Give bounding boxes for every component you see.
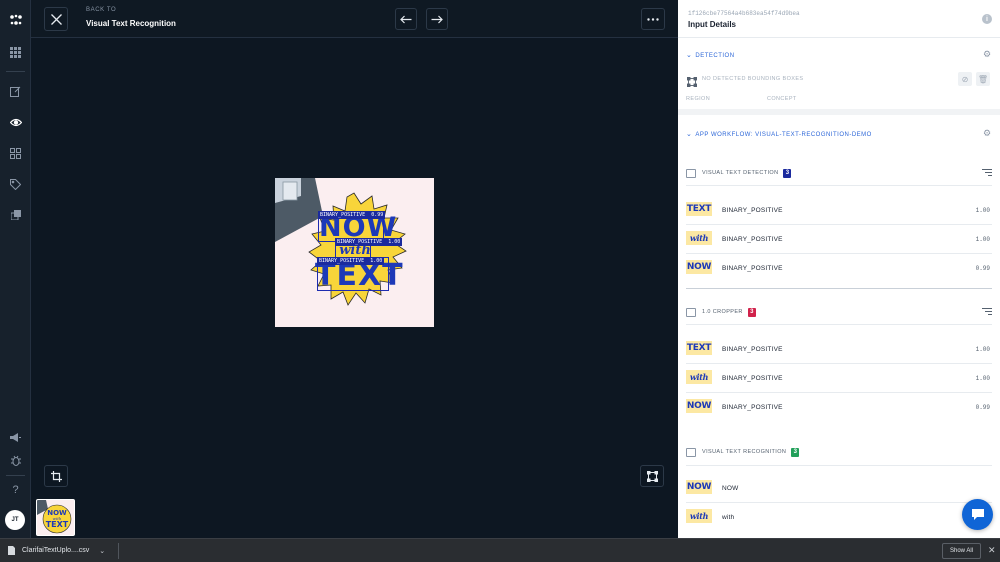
prediction-row[interactable]: TEXT BINARY_POSITIVE 1.00 bbox=[686, 196, 992, 225]
left-nav: ? JT bbox=[0, 0, 31, 538]
model-header-cropper[interactable]: 1.0 CROPPER 3 bbox=[686, 306, 756, 318]
model-name: VISUAL TEXT DETECTION bbox=[702, 170, 779, 176]
bug-icon[interactable] bbox=[0, 449, 31, 471]
bounding-box-label: BINARY_POSITIVE 1.00 bbox=[317, 257, 385, 265]
menu-icon[interactable] bbox=[982, 169, 992, 176]
file-icon bbox=[8, 546, 15, 555]
region-column-header: REGION bbox=[686, 96, 711, 102]
back-to-label: BACK TO bbox=[86, 7, 117, 13]
prediction-row[interactable]: with BINARY_POSITIVE 1.00 bbox=[686, 225, 992, 254]
prediction-value: 1.00 bbox=[975, 236, 990, 243]
model-icon bbox=[686, 168, 696, 178]
prediction-row[interactable]: with BINARY_POSITIVE 1.00 bbox=[686, 364, 992, 393]
eye-icon[interactable] bbox=[0, 111, 31, 133]
hide-icon[interactable]: ⊘ bbox=[958, 72, 972, 86]
prediction-value: 1.00 bbox=[975, 207, 990, 214]
menu-icon[interactable] bbox=[982, 308, 992, 315]
download-item[interactable]: ClarifaiTextUplo....csv ⌄ bbox=[8, 546, 105, 555]
collections-icon[interactable] bbox=[0, 204, 31, 226]
svg-text:TEXT: TEXT bbox=[46, 520, 69, 529]
download-bar: ClarifaiTextUplo....csv ⌄ Show All ✕ bbox=[0, 538, 1000, 562]
prediction-row[interactable]: with with bbox=[686, 503, 992, 532]
gear-icon[interactable]: ⚙ bbox=[983, 49, 991, 60]
top-bar: BACK TO Visual Text Recognition bbox=[31, 0, 678, 38]
count-badge: 3 bbox=[791, 447, 800, 457]
close-icon[interactable]: ✕ bbox=[988, 545, 996, 556]
crop-thumbnail: NOW bbox=[686, 399, 712, 413]
count-badge: 3 bbox=[747, 307, 756, 317]
info-icon[interactable]: i bbox=[982, 14, 992, 24]
user-avatar[interactable]: JT bbox=[5, 510, 25, 530]
crop-thumbnail: TEXT bbox=[686, 341, 712, 355]
input-thumbnail[interactable]: NOW with TEXT bbox=[36, 499, 75, 536]
no-boxes-text: NO DETECTED BOUNDING BOXES bbox=[702, 76, 804, 82]
prediction-value: 1.00 bbox=[975, 346, 990, 353]
concept-column-header: CONCEPT bbox=[767, 96, 797, 102]
arrow-left-icon[interactable] bbox=[395, 8, 417, 30]
show-all-button[interactable]: Show All bbox=[942, 543, 981, 559]
prediction-label: BINARY_POSITIVE bbox=[722, 375, 783, 382]
prediction-value: 0.99 bbox=[975, 265, 990, 272]
dashboard-icon[interactable] bbox=[0, 142, 31, 164]
close-icon[interactable] bbox=[44, 7, 68, 31]
bounding-box-label: BINARY_POSITIVE 0.99 bbox=[318, 211, 386, 219]
prediction-row[interactable]: NOW NOW bbox=[686, 474, 992, 503]
prediction-label: BINARY_POSITIVE bbox=[722, 207, 783, 214]
crop-thumbnail: TEXT bbox=[686, 202, 712, 216]
crop-icon[interactable] bbox=[44, 465, 68, 487]
prediction-value: 0.99 bbox=[975, 404, 990, 411]
model-name: VISUAL TEXT RECOGNITION bbox=[702, 449, 787, 455]
prediction-label: BINARY_POSITIVE bbox=[722, 236, 783, 243]
bounding-box-tool-icon[interactable] bbox=[640, 465, 664, 487]
model-icon bbox=[686, 447, 696, 457]
edit-icon[interactable] bbox=[0, 80, 31, 102]
help-icon[interactable]: ? bbox=[0, 479, 31, 501]
workflow-section-header[interactable]: ⌄ APP WORKFLOW: VISUAL-TEXT-RECOGNITION-D… bbox=[686, 130, 872, 138]
chevron-down-icon[interactable]: ⌄ bbox=[99, 547, 105, 555]
panel-title: Input Details bbox=[688, 20, 737, 29]
crop-thumbnail: with bbox=[686, 231, 712, 245]
gear-icon[interactable]: ⚙ bbox=[983, 128, 991, 139]
prediction-label: NOW bbox=[722, 485, 739, 492]
back-to-app-link[interactable]: Visual Text Recognition bbox=[86, 19, 176, 28]
crop-thumbnail: NOW bbox=[686, 260, 712, 274]
prediction-value: 1.00 bbox=[975, 375, 990, 382]
download-file-name: ClarifaiTextUplo....csv bbox=[22, 547, 90, 554]
model-header-visual-text-recognition[interactable]: VISUAL TEXT RECOGNITION 3 bbox=[686, 446, 800, 458]
prediction-label: BINARY_POSITIVE bbox=[722, 346, 783, 353]
count-badge: 3 bbox=[783, 168, 792, 178]
crop-thumbnail: with bbox=[686, 509, 712, 523]
more-icon[interactable] bbox=[641, 8, 665, 30]
input-details-panel: 1f126cbe77564a4b683ea54f74d9bea Input De… bbox=[678, 0, 1000, 538]
prediction-row[interactable]: NOW BINARY_POSITIVE 0.99 bbox=[686, 393, 992, 422]
image-canvas: NOW with TEXT BINARY_POSITIVE 0.99 BINAR… bbox=[31, 38, 678, 538]
tag-icon[interactable] bbox=[0, 173, 31, 195]
trash-icon[interactable]: 🗑 bbox=[976, 72, 990, 86]
prediction-row[interactable]: NOW BINARY_POSITIVE 0.99 bbox=[686, 254, 992, 289]
detection-section-header[interactable]: ⌄ DETECTION bbox=[686, 51, 735, 59]
prediction-label: BINARY_POSITIVE bbox=[722, 404, 783, 411]
clarifai-logo-icon[interactable] bbox=[0, 9, 31, 31]
bounding-box-label: BINARY_POSITIVE 1.00 bbox=[335, 238, 403, 246]
input-image[interactable]: NOW with TEXT BINARY_POSITIVE 0.99 BINAR… bbox=[275, 178, 434, 327]
crop-thumbnail: NOW bbox=[686, 480, 712, 494]
arrow-right-icon[interactable] bbox=[426, 8, 448, 30]
megaphone-icon[interactable] bbox=[0, 427, 31, 449]
input-id: 1f126cbe77564a4b683ea54f74d9bea bbox=[688, 10, 800, 17]
prediction-label: BINARY_POSITIVE bbox=[722, 265, 783, 272]
chevron-down-icon: ⌄ bbox=[686, 52, 693, 59]
prediction-row[interactable]: TEXT BINARY_POSITIVE 1.00 bbox=[686, 335, 992, 364]
model-icon bbox=[686, 307, 696, 317]
crop-thumbnail: with bbox=[686, 370, 712, 384]
chat-icon[interactable] bbox=[962, 499, 993, 530]
chevron-down-icon: ⌄ bbox=[686, 131, 693, 138]
model-header-visual-text-detection[interactable]: VISUAL TEXT DETECTION 3 bbox=[686, 167, 792, 179]
prediction-label: with bbox=[722, 514, 735, 521]
model-name: 1.0 CROPPER bbox=[702, 309, 743, 315]
apps-grid-icon[interactable] bbox=[0, 41, 31, 63]
bounding-box-icon bbox=[686, 74, 698, 92]
